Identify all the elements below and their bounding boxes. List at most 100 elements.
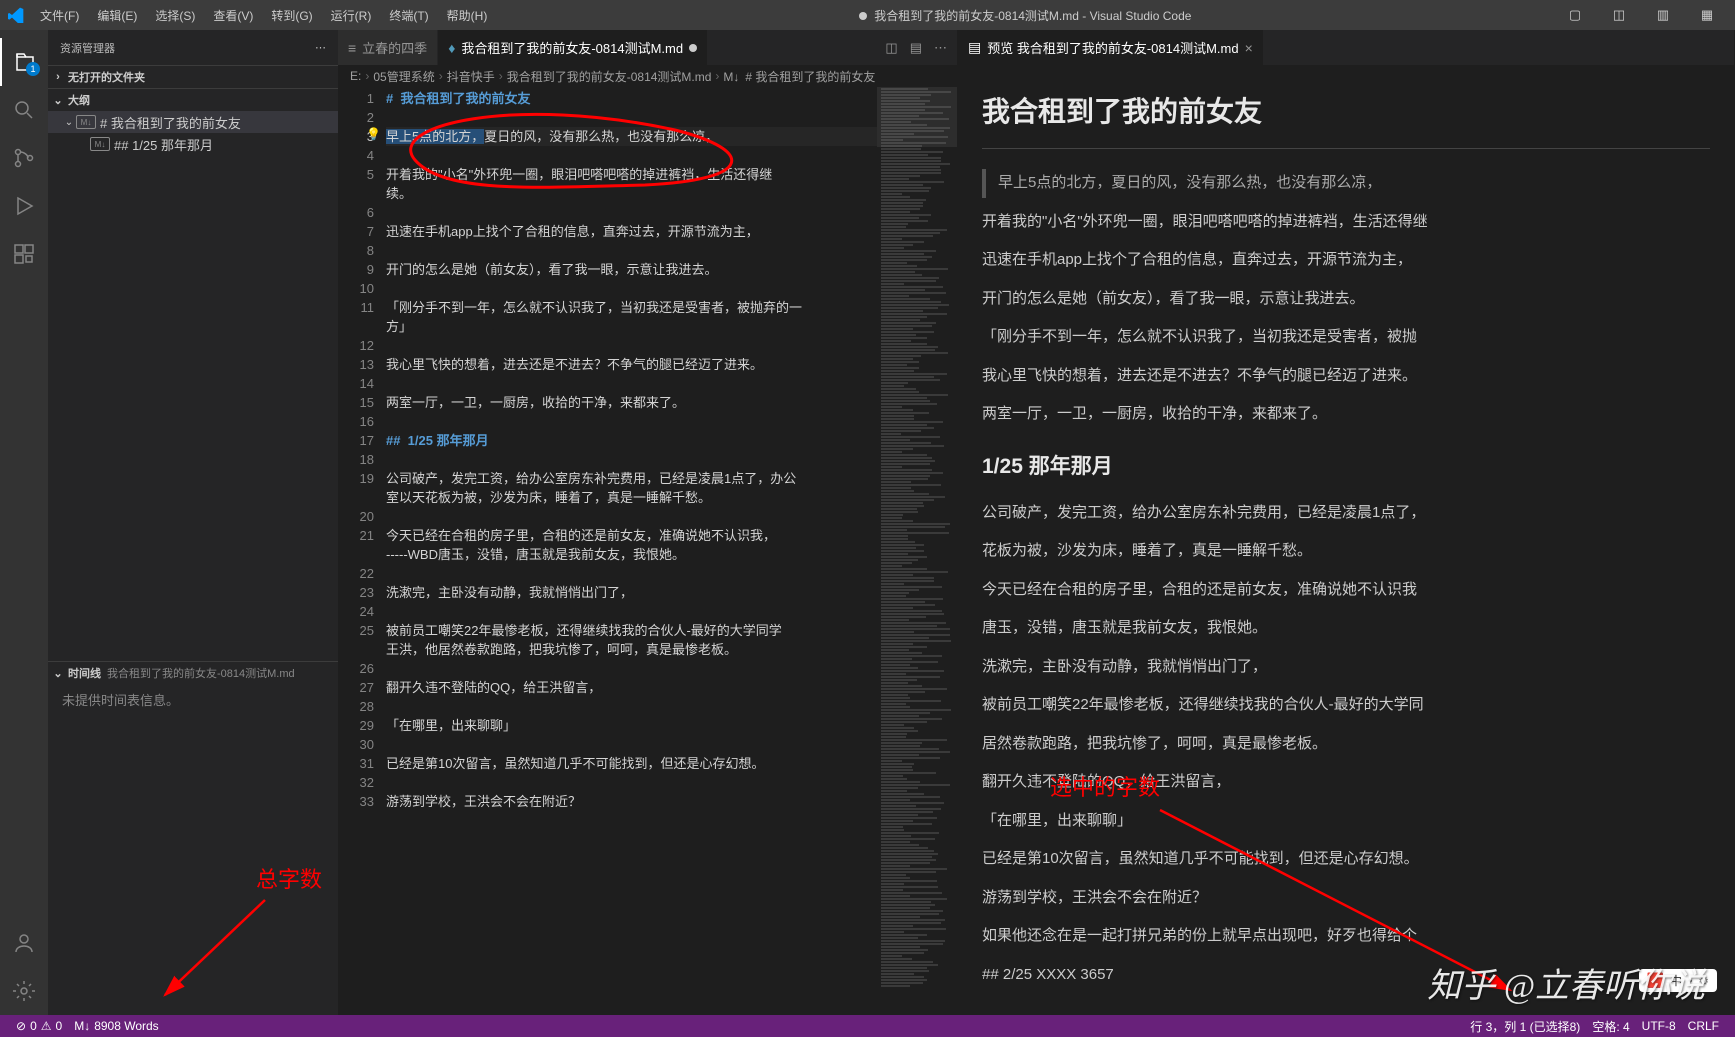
preview-icon: ▤ [968, 39, 981, 56]
preview-paragraph: 花板为被，沙发为床，睡着了，真是一睡解千愁。 [982, 537, 1710, 566]
source-control-icon[interactable] [0, 134, 48, 182]
status-cursor[interactable]: 行 3，列 1 (已选择8) [1464, 1018, 1586, 1035]
close-icon[interactable]: × [1245, 40, 1253, 56]
markdown-file-icon: ♦ [448, 40, 455, 56]
preview-paragraph: 「刚分手不到一年，怎么就不认识我了，当初我还是受害者，被抛 [982, 323, 1710, 352]
panel-toggle-icon[interactable]: ◫ [1599, 7, 1639, 23]
preview-paragraph: 被前员工嘲笑22年最惨老板，还得继续找我的合伙人-最好的大学同 [982, 691, 1710, 720]
line-gutter: 1234567891011121314151617181920212223242… [338, 87, 386, 1015]
menu-selection[interactable]: 选择(S) [147, 3, 203, 28]
sidebar-title: 资源管理器 [60, 40, 115, 56]
chevron-right-icon: › [52, 71, 64, 83]
minimap-viewport[interactable] [877, 87, 957, 147]
markdown-icon: M↓ [90, 137, 110, 151]
preview-h2b: ## 2/25 XXXX 3657 [982, 961, 1710, 990]
search-icon[interactable] [0, 86, 48, 134]
markdown-icon: M↓ [76, 115, 96, 129]
menu-go[interactable]: 转到(G) [263, 3, 320, 28]
split-editor-icon[interactable]: ◫ [885, 40, 897, 56]
preview-blockquote: 早上5点的北方，夏日的风，没有那么热，也没有那么凉， [982, 169, 1710, 198]
tab-bar-2: ▤ 预览 我合租到了我的前女友-0814测试M.md × [958, 30, 1734, 65]
ime-indicator[interactable]: 🟥 中 • ⚙ [1639, 969, 1717, 992]
section-timeline[interactable]: ⌄ 时间线 我合租到了我的前女友-0814测试M.md [48, 662, 338, 684]
menu-icon: ≡ [348, 40, 356, 56]
menu-run[interactable]: 运行(R) [323, 3, 380, 28]
sidebar-toggle-icon[interactable]: ▥ [1643, 7, 1683, 23]
chevron-down-icon: ⌄ [52, 667, 64, 680]
settings-icon[interactable] [0, 967, 48, 1015]
gear-icon[interactable]: ⚙ [1698, 974, 1709, 988]
editor-group-2: ▤ 预览 我合租到了我的前女友-0814测试M.md × 我合租到了我的前女友 … [958, 30, 1735, 1015]
section-no-folder[interactable]: › 无打开的文件夹 [48, 66, 338, 88]
preview-paragraph: 「在哪里，出来聊聊」 [982, 807, 1710, 836]
preview-paragraph: 今天已经在合租的房子里，合租的还是前女友，准确说她不认识我 [982, 576, 1710, 605]
outline-item-h2[interactable]: M↓ ## 1/25 那年那月 [48, 133, 338, 155]
more-actions-icon[interactable]: ⋯ [934, 40, 947, 56]
explorer-icon[interactable]: 1 [0, 38, 48, 86]
minimap[interactable] [877, 87, 957, 1015]
window-controls: ▢ ◫ ▥ ▦ [1555, 7, 1727, 23]
status-encoding[interactable]: UTF-8 [1636, 1019, 1682, 1033]
preview-paragraph: 居然卷款跑路，把我坑惨了，呵呵，真是最惨老板。 [982, 730, 1710, 759]
title-bar: 文件(F) 编辑(E) 选择(S) 查看(V) 转到(G) 运行(R) 终端(T… [0, 0, 1735, 30]
tab-preview[interactable]: ▤ 预览 我合租到了我的前女友-0814测试M.md × [958, 30, 1264, 65]
menu-help[interactable]: 帮助(H) [439, 3, 496, 28]
preview-paragraph: 两室一厅，一卫，一厨房，收拾的干净，来都来了。 [982, 400, 1710, 429]
markdown-preview[interactable]: 我合租到了我的前女友 早上5点的北方，夏日的风，没有那么热，也没有那么凉， 开着… [958, 65, 1734, 1015]
preview-paragraph: 公司破产，发完工资，给办公室房东补完费用，已经是凌晨1点了， [982, 499, 1710, 528]
dirty-indicator-icon [859, 12, 867, 20]
layout-toggle-icon[interactable]: ▢ [1555, 7, 1595, 23]
status-bar: ⊘0 ⚠0 M↓ 8908 Words 行 3，列 1 (已选择8) 空格: 4… [0, 1015, 1735, 1037]
tab-bar-1: ≡ 立春的四季 ♦ 我合租到了我的前女友-0814测试M.md ◫ ▤ ⋯ [338, 30, 957, 65]
chevron-down-icon: ⌄ [52, 94, 64, 107]
section-outline[interactable]: ⌄ 大纲 [48, 89, 338, 111]
customize-layout-icon[interactable]: ▦ [1687, 7, 1727, 23]
sidebar-header: 资源管理器 ⋯ [48, 30, 338, 65]
preview-paragraph: 迅速在手机app上找个了合租的信息，直奔过去，开源节流为主， [982, 246, 1710, 275]
dot-sep-icon: • [1688, 974, 1692, 988]
status-wordcount[interactable]: M↓ 8908 Words [68, 1019, 164, 1033]
sidebar-more-icon[interactable]: ⋯ [315, 41, 326, 54]
editor-body[interactable]: 1234567891011121314151617181920212223242… [338, 87, 957, 1015]
lightbulb-icon[interactable]: 💡 [366, 125, 381, 144]
preview-paragraph: 已经是第10次留言，虽然知道几乎不可能找到，但还是心存幻想。 [982, 845, 1710, 874]
window-title: 我合租到了我的前女友-0814测试M.md - Visual Studio Co… [495, 7, 1555, 24]
code-content[interactable]: 💡 # 我合租到了我的前女友早上5点的北方，夏日的风，没有那么热，也没有那么凉，… [386, 87, 877, 1015]
breadcrumb[interactable]: E:› 05管理系统› 抖音快手› 我合租到了我的前女友-0814测试M.md›… [338, 65, 957, 87]
timeline-empty: 未提供时间表信息。 [48, 684, 338, 715]
chevron-down-icon: ⌄ [62, 117, 76, 128]
status-spaces[interactable]: 空格: 4 [1586, 1018, 1635, 1035]
preview-paragraph: 翻开久违不登陆的QQ，给王洪留言， [982, 768, 1710, 797]
extensions-icon[interactable] [0, 230, 48, 278]
menu-view[interactable]: 查看(V) [205, 3, 261, 28]
preview-paragraph: 洗漱完，主卧没有动静，我就悄悄出门了， [982, 653, 1710, 682]
preview-h2: 1/25 那年那月 [982, 447, 1710, 487]
preview-h1: 我合租到了我的前女友 [982, 85, 1710, 149]
preview-paragraph: 我心里飞快的想着，进去还是不进去？不争气的腿已经迈了进来。 [982, 362, 1710, 391]
accounts-icon[interactable] [0, 919, 48, 967]
sidebar: 资源管理器 ⋯ › 无打开的文件夹 ⌄ 大纲 ⌄ M↓ # 我合租到了我的前女友… [48, 30, 338, 1015]
preview-paragraph: 开门的怎么是她（前女友），看了我一眼，示意让我进去。 [982, 285, 1710, 314]
flag-icon: 🟥 [1647, 972, 1664, 989]
preview-paragraph: 唐玉，没错，唐玉就是我前女友，我恨她。 [982, 614, 1710, 643]
outline-item-h1[interactable]: ⌄ M↓ # 我合租到了我的前女友 [48, 111, 338, 133]
menu-terminal[interactable]: 终端(T) [381, 3, 436, 28]
menu-file[interactable]: 文件(F) [32, 3, 87, 28]
tab-active[interactable]: ♦ 我合租到了我的前女友-0814测试M.md [438, 30, 708, 65]
error-icon: ⊘ [16, 1019, 26, 1033]
dirty-dot-icon [689, 44, 697, 52]
menu-edit[interactable]: 编辑(E) [89, 3, 145, 28]
explorer-badge: 1 [26, 62, 40, 76]
status-errors[interactable]: ⊘0 ⚠0 [10, 1019, 68, 1033]
preview-paragraph: 如果他还念在是一起打拼兄弟的份上就早点出现吧，好歹也得给个 [982, 922, 1710, 951]
tab-inactive[interactable]: ≡ 立春的四季 [338, 30, 438, 65]
activity-bar: 1 [0, 30, 48, 1015]
run-debug-icon[interactable] [0, 182, 48, 230]
markdown-status-icon: M↓ [74, 1019, 90, 1033]
open-preview-icon[interactable]: ▤ [910, 40, 922, 56]
status-eol[interactable]: CRLF [1682, 1019, 1725, 1033]
markdown-icon: M↓ [723, 70, 741, 82]
main-menu: 文件(F) 编辑(E) 选择(S) 查看(V) 转到(G) 运行(R) 终端(T… [32, 3, 495, 28]
warning-icon: ⚠ [41, 1019, 52, 1033]
editor-group-1: ≡ 立春的四季 ♦ 我合租到了我的前女友-0814测试M.md ◫ ▤ ⋯ E:… [338, 30, 958, 1015]
